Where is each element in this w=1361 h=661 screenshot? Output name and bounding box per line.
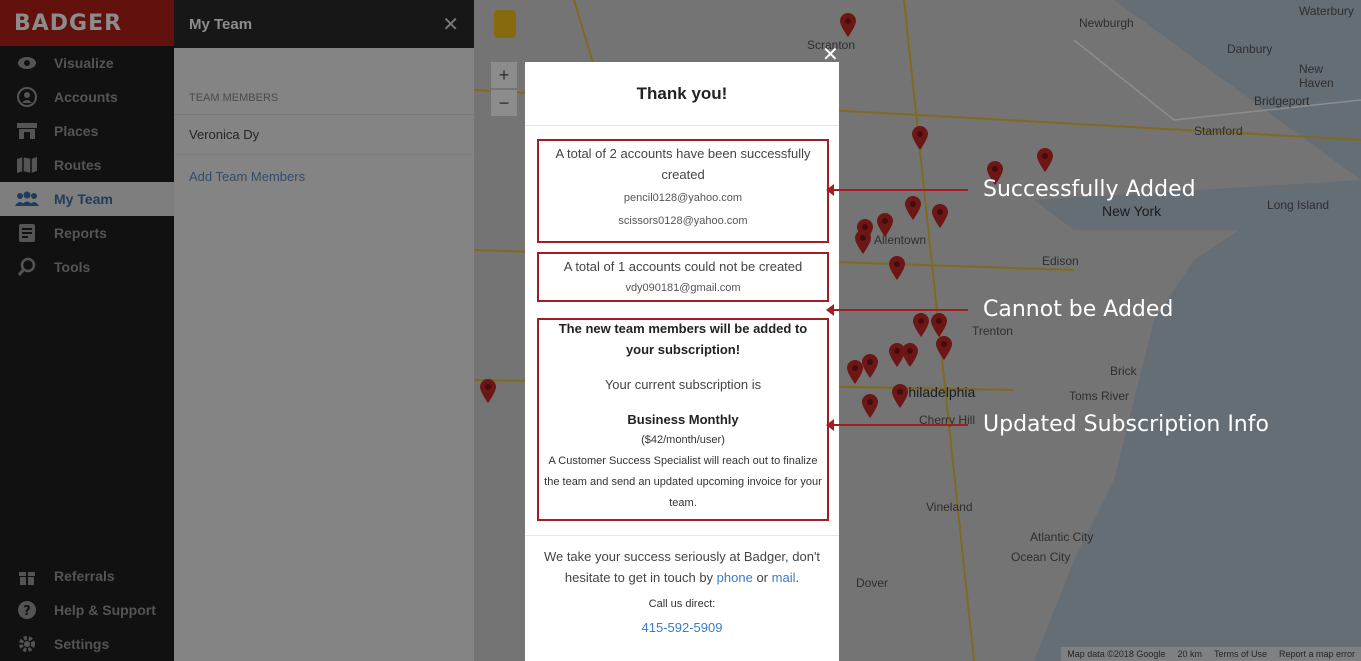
contact-period: . bbox=[795, 570, 800, 585]
success-email: scissors0128@yahoo.com bbox=[618, 215, 748, 227]
annotation-successfully-added: Successfully Added bbox=[983, 177, 1196, 202]
fail-box: A total of 1 accounts could not be creat… bbox=[537, 252, 829, 302]
annotation-updated-subscription: Updated Subscription Info bbox=[983, 412, 1269, 437]
subscription-box: The new team members will be added to yo… bbox=[537, 318, 829, 521]
close-icon[interactable]: ✕ bbox=[822, 42, 839, 67]
mail-link[interactable]: mail bbox=[772, 570, 796, 585]
success-text: A total of 2 accounts have been successf… bbox=[555, 146, 811, 182]
modal-divider bbox=[525, 535, 839, 536]
annotation-arrow bbox=[826, 419, 968, 431]
call-label: Call us direct: bbox=[648, 598, 716, 610]
phone-link[interactable]: phone bbox=[717, 570, 753, 585]
modal-title: Thank you! bbox=[525, 62, 839, 126]
subscription-heading: The new team members will be added to yo… bbox=[558, 321, 808, 357]
contact-text: We take your success seriously at Badger… bbox=[525, 546, 839, 588]
subscription-price: ($42/month/user) bbox=[641, 434, 725, 446]
annotation-arrow bbox=[826, 184, 968, 196]
modal-footer: We take your success seriously at Badger… bbox=[525, 546, 839, 635]
subscription-plan: Business Monthly bbox=[627, 412, 739, 427]
annotation-arrow bbox=[826, 304, 968, 316]
success-email: pencil0128@yahoo.com bbox=[623, 192, 743, 204]
subscription-note: A Customer Success Specialist will reach… bbox=[544, 455, 822, 509]
contact-or: or bbox=[756, 570, 769, 585]
phone-number-link[interactable]: 415-592-5909 bbox=[525, 620, 839, 635]
fail-email: vdy090181@gmail.com bbox=[625, 282, 741, 294]
annotation-cannot-be-added: Cannot be Added bbox=[983, 297, 1174, 322]
fail-text: A total of 1 accounts could not be creat… bbox=[563, 259, 803, 274]
success-box: A total of 2 accounts have been successf… bbox=[537, 139, 829, 243]
subscription-current-label: Your current subscription is bbox=[604, 377, 762, 392]
